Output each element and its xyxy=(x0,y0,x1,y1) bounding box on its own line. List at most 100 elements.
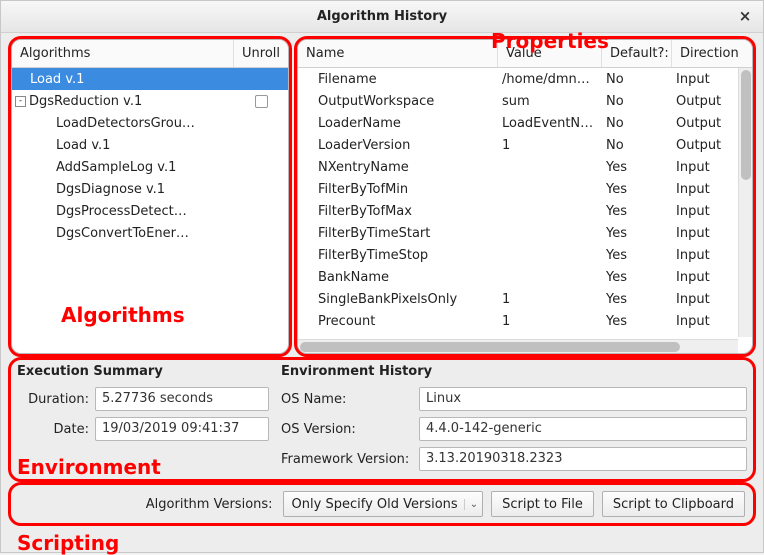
property-default: No xyxy=(602,94,672,109)
property-default: Yes xyxy=(602,160,672,175)
property-name: SingleBankPixelsOnly xyxy=(298,292,498,307)
window-body: Properties Algorithms Environment Script… xyxy=(1,33,763,552)
property-row[interactable]: FilterByTofMaxYesInput xyxy=(298,200,752,222)
algorithm-history-window: Algorithm History × Properties Algorithm… xyxy=(0,0,764,553)
algorithms-tree[interactable]: Load v.1-DgsReduction v.1LoadDetectorsGr… xyxy=(12,68,288,353)
tree-item[interactable]: DgsProcessDetect… xyxy=(12,200,288,222)
property-default: Yes xyxy=(602,204,672,219)
property-name: Precount xyxy=(298,314,498,329)
close-icon[interactable]: × xyxy=(735,7,755,27)
tree-item[interactable]: DgsDiagnose v.1 xyxy=(12,178,288,200)
property-value: 1 xyxy=(498,314,602,329)
tree-item-label: AddSampleLog v.1 xyxy=(56,160,176,175)
property-value: /home/dmn… xyxy=(498,72,602,87)
titlebar: Algorithm History × xyxy=(1,1,763,33)
property-name: NXentryName xyxy=(298,160,498,175)
property-row[interactable]: LoaderNameLoadEventN…NoOutput xyxy=(298,112,752,134)
duration-value: 5.27736 seconds xyxy=(95,387,269,411)
property-value: LoadEventN… xyxy=(498,116,602,131)
property-default: Yes xyxy=(602,292,672,307)
property-name: BankName xyxy=(298,270,498,285)
property-default: No xyxy=(602,138,672,153)
tree-item[interactable]: Load v.1 xyxy=(12,68,288,90)
property-row[interactable]: LoaderVersion1NoOutput xyxy=(298,134,752,156)
unroll-checkbox[interactable] xyxy=(255,95,268,108)
duration-label: Duration: xyxy=(17,392,89,407)
tree-item-label: DgsDiagnose v.1 xyxy=(56,182,165,197)
property-name: Filename xyxy=(298,72,498,87)
script-to-clipboard-button[interactable]: Script to Clipboard xyxy=(602,491,745,517)
col-direction[interactable]: Direction xyxy=(672,40,752,67)
tree-item[interactable]: LoadDetectorsGrou… xyxy=(12,112,288,134)
tree-item-label: DgsProcessDetect… xyxy=(56,204,187,219)
tree-item-label: DgsConvertToEner… xyxy=(56,226,189,241)
col-algorithms[interactable]: Algorithms xyxy=(12,40,234,67)
property-row[interactable]: FilterByTofMinYesInput xyxy=(298,178,752,200)
script-to-file-button[interactable]: Script to File xyxy=(491,491,594,517)
os-name-value: Linux xyxy=(419,387,747,411)
top-row: Algorithms Unroll Load v.1-DgsReduction … xyxy=(11,39,753,354)
fw-version-value: 3.13.20190318.2323 xyxy=(419,447,747,471)
os-name-label: OS Name: xyxy=(281,392,413,407)
property-name: LoaderName xyxy=(298,116,498,131)
os-version-label: OS Version: xyxy=(281,422,413,437)
property-name: FilterByTofMax xyxy=(298,204,498,219)
property-row[interactable]: NXentryNameYesInput xyxy=(298,156,752,178)
versions-combo[interactable]: Only Specify Old Versions ⌄ xyxy=(283,491,484,517)
properties-table[interactable]: Filename/home/dmn…NoInputOutputWorkspace… xyxy=(298,68,752,353)
property-name: OutputWorkspace xyxy=(298,94,498,109)
property-row[interactable]: OutputWorkspacesumNoOutput xyxy=(298,90,752,112)
property-row[interactable]: Filename/home/dmn…NoInput xyxy=(298,68,752,90)
col-value[interactable]: Value xyxy=(498,40,602,67)
environment-history: Environment History OS Name: Linux OS Ve… xyxy=(281,364,747,471)
env-history-title: Environment History xyxy=(281,364,747,379)
property-default: Yes xyxy=(602,270,672,285)
col-unroll[interactable]: Unroll xyxy=(234,40,288,67)
property-default: Yes xyxy=(602,226,672,241)
horizontal-scrollbar-thumb[interactable] xyxy=(300,342,680,352)
properties-header: Name Value Default?: Direction xyxy=(298,40,752,68)
property-default: Yes xyxy=(602,182,672,197)
algorithms-pane: Algorithms Unroll Load v.1-DgsReduction … xyxy=(11,39,289,354)
environment-box: Execution Summary Duration: 5.27736 seco… xyxy=(11,360,753,479)
property-value: sum xyxy=(498,94,602,109)
property-row[interactable]: Precount1YesInput xyxy=(298,310,752,332)
tree-item-label: Load v.1 xyxy=(56,138,110,153)
horizontal-scrollbar[interactable] xyxy=(298,339,738,353)
versions-combo-value: Only Specify Old Versions xyxy=(292,497,458,512)
fw-version-label: Framework Version: xyxy=(281,452,413,467)
tree-item[interactable]: AddSampleLog v.1 xyxy=(12,156,288,178)
property-default: No xyxy=(602,72,672,87)
tree-expander-icon[interactable]: - xyxy=(15,96,26,107)
property-default: Yes xyxy=(602,248,672,263)
tree-item[interactable]: -DgsReduction v.1 xyxy=(12,90,288,112)
property-row[interactable]: SingleBankPixelsOnly1YesInput xyxy=(298,288,752,310)
col-default[interactable]: Default?: xyxy=(602,40,672,67)
versions-label: Algorithm Versions: xyxy=(146,497,273,512)
annotation-scripting: Scripting xyxy=(17,531,119,555)
date-value: 19/03/2019 09:41:37 xyxy=(95,417,269,441)
algorithms-header: Algorithms Unroll xyxy=(12,40,288,68)
property-row[interactable]: BankNameYesInput xyxy=(298,266,752,288)
date-label: Date: xyxy=(17,422,89,437)
property-default: No xyxy=(602,116,672,131)
unroll-cell xyxy=(240,95,282,108)
property-name: FilterByTimeStop xyxy=(298,248,498,263)
property-row[interactable]: FilterByTimeStartYesInput xyxy=(298,222,752,244)
col-name[interactable]: Name xyxy=(298,40,498,67)
vertical-scrollbar-thumb[interactable] xyxy=(741,70,751,180)
property-name: LoaderVersion xyxy=(298,138,498,153)
property-default: Yes xyxy=(602,314,672,329)
tree-item[interactable]: Load v.1 xyxy=(12,134,288,156)
chevron-down-icon: ⌄ xyxy=(464,499,478,510)
properties-pane: Name Value Default?: Direction Filename/… xyxy=(297,39,753,354)
property-value: 1 xyxy=(498,292,602,307)
vertical-scrollbar[interactable] xyxy=(738,68,752,337)
property-row[interactable]: FilterByTimeStopYesInput xyxy=(298,244,752,266)
tree-item[interactable]: DgsConvertToEner… xyxy=(12,222,288,244)
property-name: FilterByTofMin xyxy=(298,182,498,197)
os-version-value: 4.4.0-142-generic xyxy=(419,417,747,441)
window-title: Algorithm History xyxy=(317,9,447,24)
property-name: FilterByTimeStart xyxy=(298,226,498,241)
tree-item-label: DgsReduction v.1 xyxy=(29,94,142,109)
